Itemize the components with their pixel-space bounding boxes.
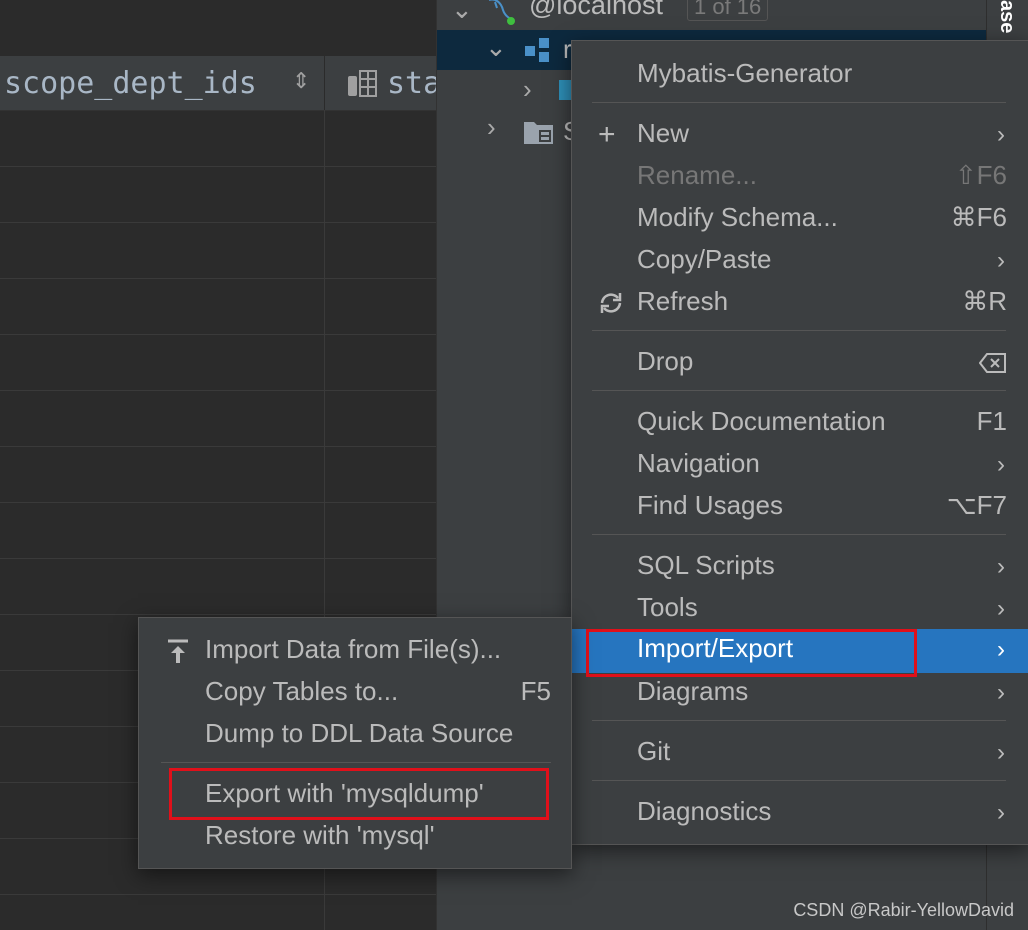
menu-item-label: Import Data from File(s)... [205,634,502,664]
table-column-icon [347,70,377,103]
context-menu: Mybatis-Generator + New › Rename... ⇧F6 … [571,40,1028,845]
grid-toolbar-area [0,0,436,56]
chevron-right-icon: › [997,636,1005,663]
menu-item-label: Navigation [637,448,760,478]
grid-header: scope_dept_ids ⇕ sta [0,56,436,111]
menu-item-label: Modify Schema... [637,202,838,232]
import-icon [167,638,189,669]
menu-item-label: Copy Tables to... [205,676,399,706]
menu-item-shortcut: ⌘R [962,286,1007,316]
menu-item-navigation[interactable]: Navigation › [572,444,1028,486]
menu-item-label: SQL Scripts [637,550,775,580]
menu-item-label: Dump to DDL Data Source [205,718,514,748]
watermark: CSDN @Rabir-YellowDavid [793,900,1014,920]
chevron-right-icon: › [997,121,1005,148]
menu-item-label: Copy/Paste [637,244,772,274]
menu-item-shortcut: ⌘F6 [950,202,1007,232]
menu-separator [592,102,1006,103]
schema-counter-badge: 1 of 16 [687,0,769,21]
menu-item-label: Mybatis-Generator [637,58,853,88]
column-header-sta[interactable]: sta [325,56,436,110]
grid-row-line [0,222,436,223]
menu-separator [592,330,1006,331]
menu-item-label: Drop [637,346,694,376]
menu-item-drop[interactable]: Drop [572,342,1028,384]
menu-item-find-usages[interactable]: Find Usages ⌥F7 [572,486,1028,528]
menu-item-label: Refresh [637,286,729,316]
chevron-right-icon: › [997,739,1005,766]
server-objects-icon [523,118,555,151]
chevron-right-icon[interactable]: › [487,112,496,143]
menu-item-dump-to-ddl-data-source[interactable]: Dump to DDL Data Source [139,714,571,756]
chevron-right-icon[interactable]: › [523,74,532,105]
highlight-box-export-mysqldump [169,768,549,820]
menu-item-import-data-from-files[interactable]: Import Data from File(s)... [139,630,571,672]
menu-item-label: Diagnostics [637,796,772,826]
column-name: sta [387,66,436,101]
grid-row-line [0,446,436,447]
delete-key-icon [978,352,1007,379]
chevron-right-icon: › [997,451,1005,478]
menu-item-label: Diagrams [637,676,749,706]
menu-separator [592,390,1006,391]
menu-item-copy-paste[interactable]: Copy/Paste › [572,240,1028,282]
grid-row-line [0,558,436,559]
menu-separator [592,720,1006,721]
menu-item-rename[interactable]: Rename... ⇧F6 [572,156,1028,198]
menu-item-label: Find Usages [637,490,783,520]
highlight-box-import-export [586,629,917,677]
grid-row-line [0,894,436,895]
grid-row-line [0,278,436,279]
menu-item-shortcut: F5 [520,676,551,706]
menu-separator [592,780,1006,781]
tree-node-localhost[interactable]: ⌄ @localhost 1 of 16 [437,0,987,34]
column-header-scope-dept-ids[interactable]: scope_dept_ids ⇕ [0,56,325,110]
chevron-right-icon: › [997,595,1005,622]
menu-item-shortcut: F1 [976,406,1007,436]
menu-item-label: Tools [637,592,698,622]
menu-item-label: New [637,118,690,148]
menu-item-refresh[interactable]: Refresh ⌘R [572,282,1028,324]
menu-item-quick-documentation[interactable]: Quick Documentation F1 [572,402,1028,444]
grid-row-line [0,390,436,391]
column-name: scope_dept_ids [4,66,257,101]
chevron-right-icon: › [997,799,1005,826]
sort-arrows-icon[interactable]: ⇕ [292,68,310,94]
import-export-submenu: Import Data from File(s)... Copy Tables … [138,617,572,869]
chevron-down-icon[interactable]: ⌄ [451,0,473,25]
menu-item-shortcut: ⇧F6 [954,160,1007,190]
grid-row-line [0,502,436,503]
menu-item-label: Git [637,736,671,766]
chevron-down-icon[interactable]: ⌄ [485,32,507,63]
menu-item-restore-with-mysql[interactable]: Restore with 'mysql' [139,816,571,858]
menu-item-new[interactable]: + New › [572,114,1028,156]
menu-item-diagrams[interactable]: Diagrams › [572,672,1028,714]
chevron-right-icon: › [997,247,1005,274]
menu-item-tools[interactable]: Tools › [572,588,1028,630]
grid-row-line [0,614,436,615]
menu-item-diagnostics[interactable]: Diagnostics › [572,792,1028,834]
menu-item-label: Rename... [637,160,757,190]
chevron-right-icon: › [997,553,1005,580]
menu-separator [161,762,551,763]
grid-row-line [0,166,436,167]
menu-item-label: Quick Documentation [637,406,886,436]
menu-item-shortcut: ⌥F7 [946,490,1007,520]
menu-separator [592,534,1006,535]
menu-item-mybatis-generator[interactable]: Mybatis-Generator [572,54,1028,96]
menu-item-sql-scripts[interactable]: SQL Scripts › [572,546,1028,588]
database-tool-tab[interactable]: ase [995,0,1018,33]
host-name: @localhost [529,0,663,20]
plus-icon: + [598,118,616,151]
menu-item-modify-schema[interactable]: Modify Schema... ⌘F6 [572,198,1028,240]
grid-row-line [0,334,436,335]
refresh-icon [598,290,624,321]
menu-item-label: Restore with 'mysql' [205,820,435,850]
mysql-icon [485,0,517,31]
menu-item-copy-tables-to[interactable]: Copy Tables to... F5 [139,672,571,714]
chevron-right-icon: › [997,679,1005,706]
menu-item-git[interactable]: Git › [572,732,1028,774]
schema-icon [523,36,553,69]
